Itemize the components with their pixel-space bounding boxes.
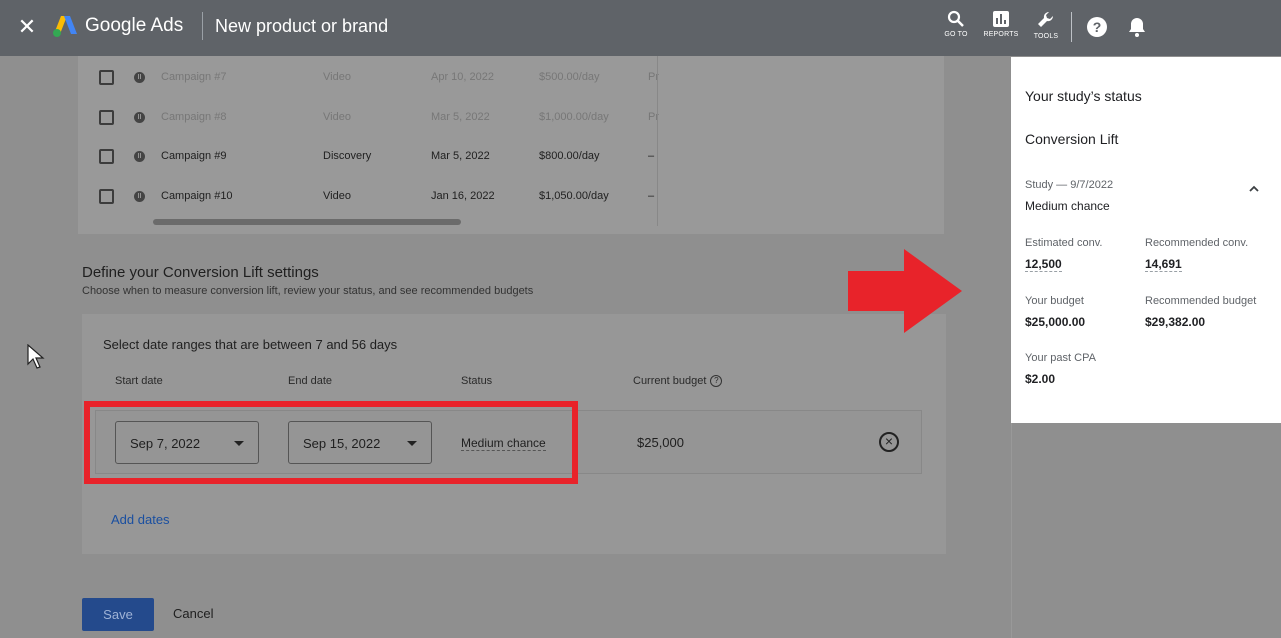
main-content: II Campaign #7 Video Apr 10, 2022 $500.0… xyxy=(0,56,1010,638)
end-date-dropdown[interactable]: Sep 15, 2022 xyxy=(288,421,432,464)
recommended-budget-label: Recommended budget xyxy=(1145,295,1257,307)
reports-button[interactable]: REPORTS xyxy=(979,10,1023,50)
end-date-value: Sep 15, 2022 xyxy=(303,436,381,451)
status-value[interactable]: Medium chance xyxy=(461,436,546,451)
campaign-date: Mar 5, 2022 xyxy=(431,111,490,123)
panel-backdrop xyxy=(1011,423,1281,638)
campaign-extra: – xyxy=(648,190,655,202)
table-row[interactable]: II Campaign #8 Video Mar 5, 2022 $1,000.… xyxy=(78,97,659,137)
recommended-conv-value: 14,691 xyxy=(1145,257,1182,272)
panel-subtitle: Conversion Lift xyxy=(1025,131,1119,147)
study-status-panel: Your study’s status Conversion Lift Stud… xyxy=(1011,57,1281,423)
current-budget-header-label: Current budget xyxy=(633,375,707,387)
campaign-date: Jan 16, 2022 xyxy=(431,190,495,202)
campaign-budget: $1,050.00/day xyxy=(539,190,609,202)
start-date-dropdown[interactable]: Sep 7, 2022 xyxy=(115,421,259,464)
date-range-row: Sep 7, 2022 Sep 15, 2022 Medium chance $… xyxy=(95,410,922,474)
current-budget-header: Current budget? xyxy=(633,375,723,388)
row-checkbox[interactable] xyxy=(99,110,114,125)
campaign-name[interactable]: Campaign #8 xyxy=(161,111,226,123)
chevron-up-icon[interactable] xyxy=(1248,183,1260,195)
divider xyxy=(1071,12,1072,42)
tools-label: TOOLS xyxy=(1033,33,1059,40)
campaign-extra: – xyxy=(648,150,655,162)
page-title: New product or brand xyxy=(215,16,389,36)
wrench-icon xyxy=(1038,11,1054,27)
row-checkbox[interactable] xyxy=(99,189,114,204)
campaign-name[interactable]: Campaign #7 xyxy=(161,71,226,83)
paused-status-icon: II xyxy=(134,191,145,202)
campaign-type: Discovery xyxy=(323,150,372,162)
remove-date-range-icon[interactable]: × xyxy=(879,432,899,452)
horizontal-scrollbar[interactable] xyxy=(153,219,461,225)
estimated-conv-label: Estimated conv. xyxy=(1025,237,1103,249)
past-cpa-label: Your past CPA xyxy=(1025,352,1096,364)
campaign-name[interactable]: Campaign #9 xyxy=(161,150,226,162)
close-icon[interactable]: ✕ xyxy=(16,14,38,40)
campaign-budget: $800.00/day xyxy=(539,150,600,162)
table-row[interactable]: II Campaign #9 Discovery Mar 5, 2022 $80… xyxy=(78,136,658,176)
table-row[interactable]: II Campaign #7 Video Apr 10, 2022 $500.0… xyxy=(78,57,659,97)
your-budget-label: Your budget xyxy=(1025,295,1084,307)
campaign-type: Video xyxy=(323,71,351,83)
your-budget-value: $25,000.00 xyxy=(1025,315,1086,329)
notifications-bell-icon[interactable] xyxy=(1126,16,1148,38)
panel-title: Your study’s status xyxy=(1025,88,1142,104)
date-range-card: Select date ranges that are between 7 an… xyxy=(82,314,946,554)
column-divider xyxy=(657,56,658,226)
date-range-hint: Select date ranges that are between 7 an… xyxy=(103,337,398,352)
campaign-date: Apr 10, 2022 xyxy=(431,71,494,83)
search-icon xyxy=(947,10,964,27)
recommended-conv-label: Recommended conv. xyxy=(1145,237,1249,249)
paused-status-icon: II xyxy=(134,112,145,123)
tools-button[interactable]: TOOLS xyxy=(1024,10,1068,50)
chevron-down-icon xyxy=(234,441,244,446)
goto-button[interactable]: GO TO xyxy=(934,10,978,50)
chevron-down-icon xyxy=(407,441,417,446)
help-icon[interactable]: ? xyxy=(1086,16,1108,38)
cancel-button[interactable]: Cancel xyxy=(173,606,213,621)
svg-text:?: ? xyxy=(1093,19,1102,35)
brand-name: Google Ads xyxy=(85,15,184,36)
campaign-table: II Campaign #7 Video Apr 10, 2022 $500.0… xyxy=(78,56,944,234)
row-checkbox[interactable] xyxy=(99,149,114,164)
status-header: Status xyxy=(461,375,493,387)
mouse-pointer-icon xyxy=(27,344,45,369)
estimated-conv-value: 12,500 xyxy=(1025,257,1062,272)
campaign-budget: $500.00/day xyxy=(539,71,600,83)
paused-status-icon: II xyxy=(134,151,145,162)
section-subtitle: Choose when to measure conversion lift, … xyxy=(82,285,534,297)
save-button[interactable]: Save xyxy=(82,598,154,631)
red-arrow-annotation-icon xyxy=(848,249,962,333)
help-icon[interactable]: ? xyxy=(710,375,723,388)
campaign-type: Video xyxy=(323,111,351,123)
add-dates-link[interactable]: Add dates xyxy=(111,512,170,527)
table-row[interactable]: II Campaign #10 Video Jan 16, 2022 $1,05… xyxy=(78,176,658,216)
campaign-date: Mar 5, 2022 xyxy=(431,150,490,162)
reports-label: REPORTS xyxy=(983,31,1019,38)
campaign-name[interactable]: Campaign #10 xyxy=(161,190,233,202)
google-ads-logo-icon xyxy=(53,16,77,37)
goto-label: GO TO xyxy=(944,31,968,38)
recommended-budget-value: $29,382.00 xyxy=(1145,315,1206,329)
reports-icon xyxy=(993,11,1009,27)
row-checkbox[interactable] xyxy=(99,70,114,85)
campaign-type: Video xyxy=(323,190,351,202)
divider xyxy=(202,12,203,40)
top-app-bar: ✕ Google Ads New product or brand GO TO … xyxy=(0,0,1281,56)
study-chance: Medium chance xyxy=(1025,199,1110,213)
paused-status-icon: II xyxy=(134,72,145,83)
start-date-value: Sep 7, 2022 xyxy=(130,436,201,451)
campaign-budget: $1,000.00/day xyxy=(539,111,609,123)
current-budget-value: $25,000 xyxy=(637,435,684,450)
past-cpa-value: $2.00 xyxy=(1025,372,1056,386)
end-date-header: End date xyxy=(288,375,333,387)
section-title: Define your Conversion Lift settings xyxy=(82,264,319,281)
start-date-header: Start date xyxy=(115,375,163,387)
study-date: Study — 9/7/2022 xyxy=(1025,179,1114,191)
